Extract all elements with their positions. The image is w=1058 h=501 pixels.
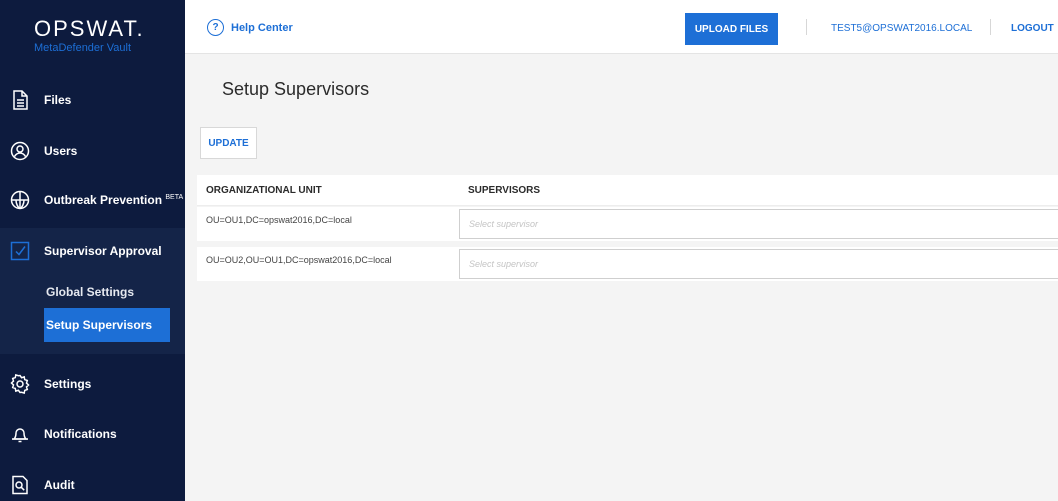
top-bar: ? Help Center UPLOAD FILES TEST5@OPSWAT2… (185, 0, 1058, 54)
checkbox-icon (10, 241, 30, 261)
table-row: OU=OU2,OU=OU1,DC=opswat2016,DC=local Sel… (197, 247, 1058, 281)
sidebar-subitem-label: Global Settings (46, 285, 135, 299)
supervisor-approval-section: Supervisor Approval Global Settings Setu… (0, 228, 185, 354)
sidebar-item-label: Outbreak Prevention BETA (44, 193, 183, 207)
upload-files-button[interactable]: UPLOAD FILES (685, 13, 778, 45)
sidebar-item-label: Audit (44, 478, 75, 492)
sidebar-item-outbreak-prevention[interactable]: Outbreak Prevention BETA (0, 180, 185, 220)
sidebar-subitem-label: Setup Supervisors (46, 318, 153, 332)
sidebar-subitem-setup-supervisors[interactable]: Setup Supervisors (44, 308, 170, 342)
supervisor-select-input[interactable]: Select supervisor (459, 249, 1058, 279)
table-row: OU=OU1,DC=opswat2016,DC=local Select sup… (197, 207, 1058, 241)
user-icon (10, 141, 30, 161)
sidebar-item-label: Supervisor Approval (44, 244, 162, 258)
help-center-label: Help Center (231, 21, 293, 34)
help-icon: ? (207, 19, 224, 36)
app-root: OPSWAT. MetaDefender Vault Files Users O… (0, 0, 1058, 501)
sidebar-item-files[interactable]: Files (0, 80, 185, 120)
sidebar-item-label: Files (44, 93, 72, 107)
sidebar-item-settings[interactable]: Settings (0, 364, 185, 404)
supervisor-select-input[interactable]: Select supervisor (459, 209, 1058, 239)
brand-name: OPSWAT. (34, 16, 145, 41)
file-icon (10, 90, 30, 110)
sidebar-item-users[interactable]: Users (0, 131, 185, 171)
sidebar-item-supervisor-approval[interactable]: Supervisor Approval (0, 231, 185, 271)
sidebar-item-notifications[interactable]: Notifications (0, 414, 185, 454)
beta-badge: BETA (165, 194, 184, 201)
help-center-link[interactable]: ? Help Center (207, 19, 293, 36)
divider (806, 19, 807, 35)
divider (990, 19, 991, 35)
sidebar-subitem-global-settings[interactable]: Global Settings (44, 275, 170, 309)
user-account-link[interactable]: TEST5@OPSWAT2016.LOCAL (831, 23, 972, 34)
organizational-unit-cell: OU=OU2,OU=OU1,DC=opswat2016,DC=local (206, 255, 392, 265)
sidebar-item-label-text: Outbreak Prevention (44, 193, 163, 207)
sidebar-item-label: Notifications (44, 427, 117, 441)
brand-logo[interactable]: OPSWAT. MetaDefender Vault (0, 10, 185, 60)
sidebar-item-label: Users (44, 144, 78, 158)
product-name: MetaDefender Vault (34, 42, 132, 54)
logout-link[interactable]: LOGOUT (1011, 23, 1054, 34)
page-title: Setup Supervisors (222, 79, 370, 99)
gear-icon (10, 374, 30, 394)
bell-icon (10, 424, 30, 444)
sidebar: OPSWAT. MetaDefender Vault Files Users O… (0, 0, 185, 501)
sidebar-item-audit[interactable]: Audit (0, 465, 185, 501)
organizational-unit-cell: OU=OU1,DC=opswat2016,DC=local (206, 215, 352, 225)
column-header-organizational-unit: ORGANIZATIONAL UNIT (206, 185, 322, 196)
column-header-supervisors: SUPERVISORS (468, 185, 541, 196)
audit-icon (10, 475, 30, 495)
shield-globe-icon (10, 190, 30, 210)
update-button[interactable]: UPDATE (200, 127, 257, 159)
sidebar-item-label: Settings (44, 377, 92, 391)
table-header: ORGANIZATIONAL UNIT SUPERVISORS (197, 175, 1058, 206)
